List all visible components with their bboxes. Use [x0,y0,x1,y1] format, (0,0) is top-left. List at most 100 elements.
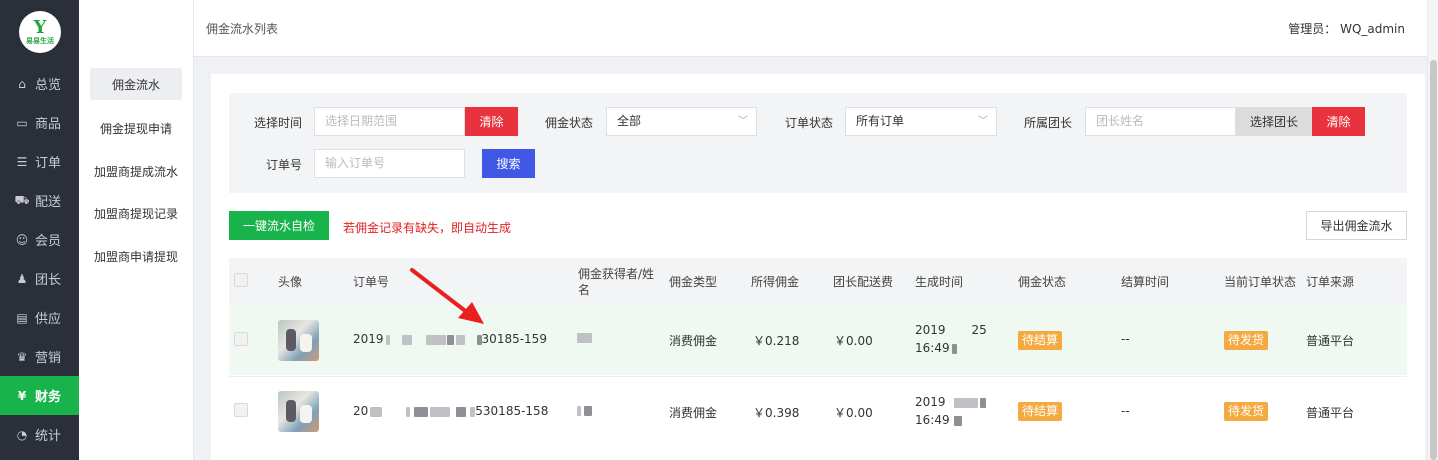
col-order-source: 订单来源 [1306,275,1355,289]
nav-item-label: 统计 [35,429,62,444]
nav-item-8[interactable]: ¥ 财务 [0,376,79,415]
avatar [278,320,319,361]
bag-icon: ▭ [16,115,28,130]
user-icon: ☺ [15,232,29,247]
created-date: 2019 25 [915,323,987,337]
order-status-select[interactable]: 所有订单 ﹀ [845,107,997,136]
subnav-item-2[interactable]: 加盟商提成流水 [90,155,182,187]
order-no-input[interactable]: 输入订单号 [314,149,465,178]
created-date-year: 2019 [915,395,946,409]
order-status-value: 所有订单 [856,114,905,128]
commission-amount: ￥0.218 [753,334,800,348]
delivery-fee: ￥0.00 [834,406,873,420]
subnav-item-3[interactable]: 加盟商提现记录 [90,197,182,229]
subnav-item-0[interactable]: 佣金流水 [90,68,182,100]
col-order-no: 订单号 [353,275,390,289]
col-commission: 所得佣金 [751,275,800,289]
chevron-down-icon: ﹀ [738,116,748,127]
created-date-year: 2019 [915,323,946,337]
commission-status-select[interactable]: 全部 ﹀ [606,107,757,136]
export-button[interactable]: 导出佣金流水 [1306,211,1407,240]
main-sidebar: Y 易易生活 ⌂ 总览 ▭ 商品 ☰ 订单 ⛟ 配送 ☺ 会员 ♟ 团长 ▤ 供应 ♛ 营销 ¥ 财务 ◔ 统计 [0,0,79,460]
nav-item-label: 营销 [35,351,62,366]
commission-type: 消费佣金 [669,406,718,420]
col-created-time: 生成时间 [915,275,964,289]
stats-icon: ◔ [16,427,28,442]
settle-time: -- [1121,332,1130,346]
table-row[interactable]: 20 530185-158 消费佣金 ￥0.398 ￥0.00 2019 16:4… [229,376,1407,446]
home-icon: ⌂ [18,76,26,91]
marketing-icon: ♛ [16,349,28,364]
avatar [278,391,319,432]
order-source: 普通平台 [1306,406,1355,420]
created-time-value: 16:49 [915,413,950,427]
nav-item-label: 会员 [35,234,62,249]
search-button[interactable]: 搜索 [482,149,535,178]
status-badge: 待结算 [1018,331,1063,350]
scrollbar-thumb[interactable] [1430,60,1437,460]
recipient-name [577,403,592,417]
order-suffix: 530185-158 [475,404,549,418]
commission-status-value: 全部 [617,114,642,128]
nav-item-label: 订单 [35,156,62,171]
col-commission-status: 佣金状态 [1018,275,1067,289]
row-checkbox[interactable] [234,403,248,417]
choose-leader-button[interactable]: 选择团长 [1236,107,1312,136]
order-prefix: 20 [353,404,369,418]
delivery-icon: ⛟ [14,192,30,207]
col-delivery-fee: 团长配送费 [833,275,894,289]
col-type: 佣金类型 [669,275,718,289]
col-order-status: 当前订单状态 [1224,275,1297,289]
order-suffix: 30185-159 [481,332,547,346]
status-badge: 待结算 [1018,402,1063,421]
clear-leader-button[interactable]: 清除 [1312,107,1365,136]
created-time: 16:49 [915,341,957,355]
settle-time: -- [1121,404,1130,418]
commission-type: 消费佣金 [669,334,718,348]
created-time: 16:49 [915,413,962,427]
delivery-fee: ￥0.00 [834,334,873,348]
page-title: 佣金流水列表 [206,22,279,36]
clear-date-button[interactable]: 清除 [465,107,518,136]
nav-item-9[interactable]: ◔ 统计 [0,415,79,454]
logo-mark: Y [33,17,47,38]
order-number: 2019 30185-159 [353,332,547,346]
order-prefix: 2019 [353,332,384,346]
nav-item-label: 财务 [35,390,62,405]
nav-item-label: 配送 [35,195,62,210]
nav-item-label: 总览 [35,78,62,93]
subnav-item-4[interactable]: 加盟商申请提现 [90,240,182,272]
recipient-name [577,330,592,344]
page-scrollbar[interactable] [1427,0,1438,460]
nav-item-6[interactable]: ▤ 供应 [0,298,79,337]
page-header: 佣金流水列表 管理员： WQ_admin [194,0,1438,57]
team-icon: ♟ [16,271,28,286]
date-range-input[interactable]: 选择日期范围 [314,107,465,136]
finance-subnav: 佣金流水佣金提现申请 加盟商提成流水 加盟商提现记录 加盟商申请提现 [79,0,194,460]
col-recipient: 佣金获得者/姓名 [578,267,655,297]
nav-item-label: 供应 [35,312,62,327]
leader-name-input[interactable]: 团长姓名 [1085,107,1236,136]
nav-item-5[interactable]: ♟ 团长 [0,259,79,298]
nav-item-2[interactable]: ☰ 订单 [0,142,79,181]
nav-item-3[interactable]: ⛟ 配送 [0,181,79,220]
nav-item-7[interactable]: ♛ 营销 [0,337,79,376]
logo-text: 易易生活 [26,37,54,45]
nav-item-4[interactable]: ☺ 会员 [0,220,79,259]
admin-label[interactable]: 管理员： WQ_admin [1288,20,1405,37]
subnav-item-1[interactable]: 佣金提现申请 [90,112,182,144]
col-avatar: 头像 [278,275,303,289]
col-settle-time: 结算时间 [1121,275,1170,289]
chevron-down-icon: ﹀ [978,116,988,127]
select-all-checkbox[interactable] [234,273,248,287]
self-check-button[interactable]: 一键流水自检 [229,211,329,240]
row-checkbox[interactable] [234,332,248,346]
supply-icon: ▤ [16,310,28,325]
order-status-badge: 待发货 [1224,331,1269,350]
nav-item-1[interactable]: ▭ 商品 [0,103,79,142]
commission-status-label: 佣金状态 [545,116,594,130]
time-label: 选择时间 [254,116,303,130]
order-status-badge: 待发货 [1224,402,1269,421]
app-logo[interactable]: Y 易易生活 [19,11,61,53]
nav-item-0[interactable]: ⌂ 总览 [0,64,79,103]
